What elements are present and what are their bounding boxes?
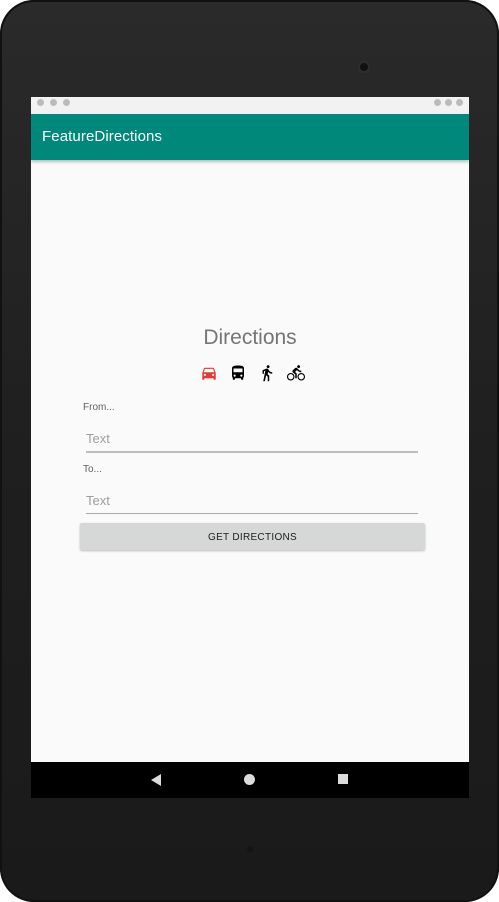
directions-heading: Directions xyxy=(203,326,297,349)
from-input[interactable] xyxy=(86,425,418,453)
from-label: From... xyxy=(83,402,115,413)
travel-mode-selector xyxy=(200,364,305,382)
app-title: FeatureDirections xyxy=(42,128,163,145)
status-left xyxy=(37,99,70,106)
walk-icon xyxy=(262,365,273,382)
tablet-frame: FeatureDirections Directions From... Tex… xyxy=(0,0,499,902)
bike-icon xyxy=(287,365,305,381)
home-icon[interactable] xyxy=(244,774,255,785)
screen: FeatureDirections Directions From... Tex… xyxy=(31,97,469,798)
car-mode-button[interactable] xyxy=(200,364,218,382)
settings-status-icon xyxy=(50,99,57,106)
status-right xyxy=(434,99,463,106)
walk-mode-button[interactable] xyxy=(258,364,276,382)
to-input[interactable] xyxy=(86,487,418,514)
notification-icon xyxy=(37,99,44,106)
bus-icon xyxy=(232,365,244,380)
status-bar xyxy=(31,97,469,114)
signal-icon xyxy=(445,99,452,106)
navigation-bar xyxy=(31,762,469,798)
get-directions-button[interactable]: GET DIRECTIONS xyxy=(80,523,425,550)
back-icon[interactable] xyxy=(150,774,162,786)
recents-icon[interactable] xyxy=(338,774,348,784)
battery-icon xyxy=(456,99,463,106)
camera-icon xyxy=(357,60,371,74)
bus-mode-button[interactable] xyxy=(229,364,247,382)
app-bar: FeatureDirections xyxy=(31,114,469,160)
sensor-dot xyxy=(247,846,253,852)
to-label: To... xyxy=(83,464,102,475)
sync-status-icon xyxy=(63,99,70,106)
wifi-icon xyxy=(434,99,441,106)
car-icon xyxy=(202,367,216,380)
bike-mode-button[interactable] xyxy=(287,364,305,382)
